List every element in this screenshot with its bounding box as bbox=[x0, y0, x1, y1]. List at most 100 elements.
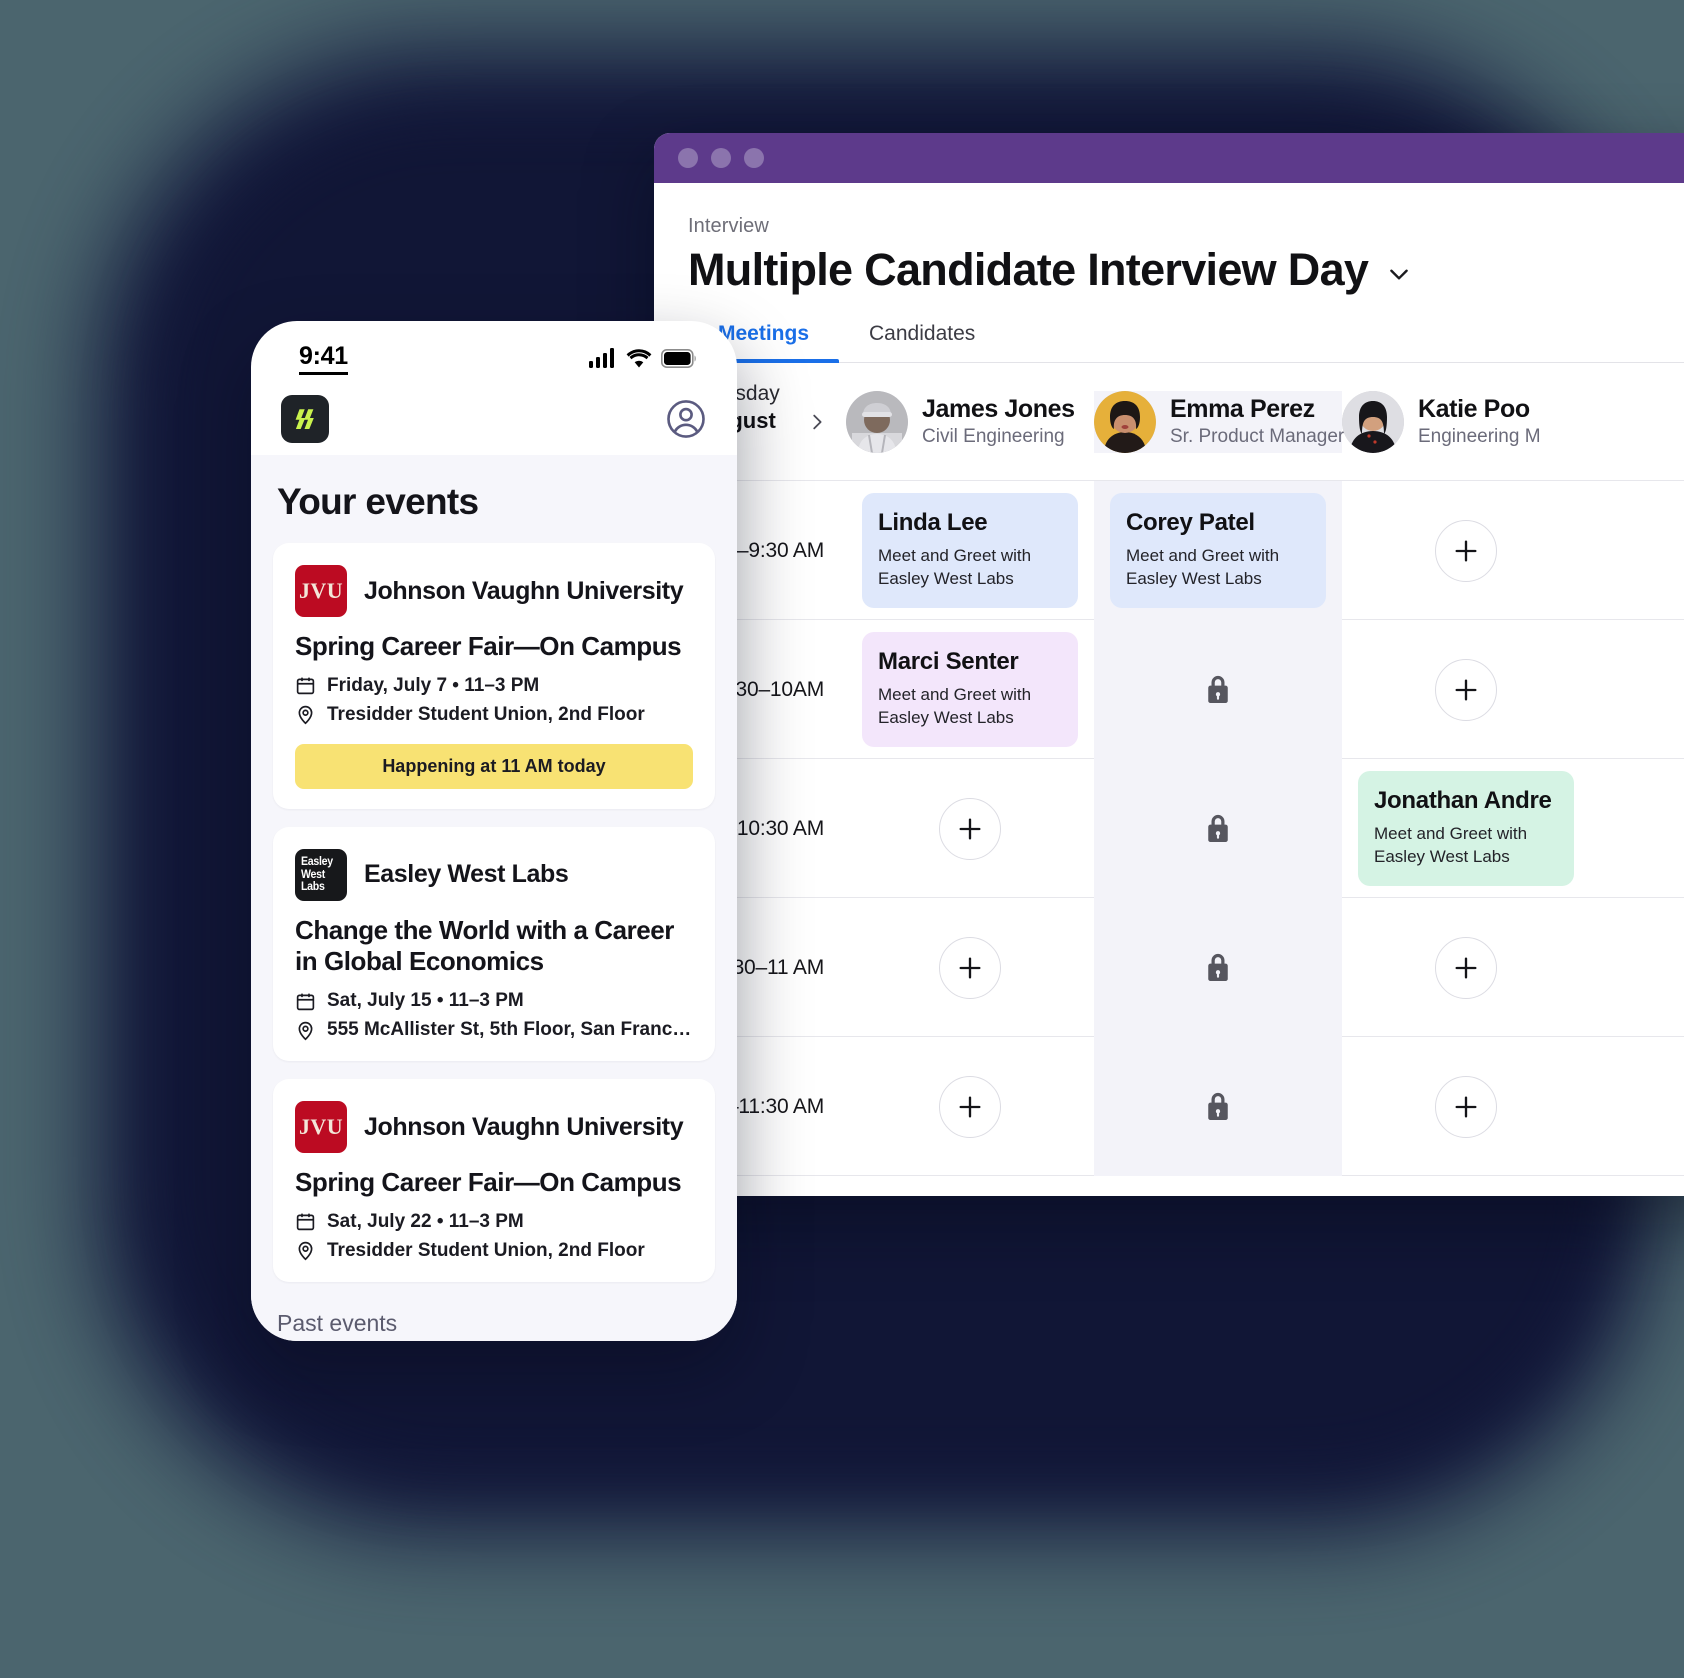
meeting-card[interactable]: Marci Senter Meet and Greet with Easley … bbox=[862, 631, 1078, 748]
account-circle-icon[interactable] bbox=[665, 398, 707, 440]
add-meeting-button[interactable] bbox=[1435, 519, 1497, 582]
slot-cell[interactable] bbox=[846, 1037, 1094, 1176]
org-logo-text: JVU bbox=[299, 1114, 343, 1140]
event-org-name: Johnson Vaughn University bbox=[364, 576, 684, 605]
event-date-row: Sat, July 15 • 11–3 PM bbox=[295, 990, 693, 1012]
meeting-subtitle: Meet and Greet with Easley West Labs bbox=[1374, 823, 1528, 866]
add-meeting-button[interactable] bbox=[1435, 658, 1497, 721]
meeting-subtitle: Meet and Greet with Easley West Labs bbox=[878, 684, 1032, 727]
status-time: 9:41 bbox=[299, 342, 348, 375]
location-pin-icon bbox=[298, 1242, 313, 1261]
avatar bbox=[1094, 390, 1156, 453]
slot-cell[interactable] bbox=[1342, 898, 1590, 1037]
location-pin-icon bbox=[298, 1021, 313, 1041]
add-meeting-button[interactable] bbox=[1435, 1075, 1497, 1138]
lock-icon bbox=[1208, 1092, 1228, 1120]
meeting-candidate-name: Linda Lee bbox=[878, 508, 988, 536]
event-org-row: JVU Johnson Vaughn University bbox=[295, 1101, 693, 1154]
slot-cell[interactable]: Marci Senter Meet and Greet with Easley … bbox=[846, 620, 1094, 759]
event-location-row: Tresidder Student Union, 2nd Floor bbox=[295, 1240, 693, 1262]
calendar-icon bbox=[296, 993, 315, 1010]
event-location-row: 555 McAllister St, 5th Floor, San Franci… bbox=[295, 1019, 693, 1041]
battery-icon bbox=[661, 348, 696, 368]
event-card[interactable]: Easley West Labs Easley West Labs Change t… bbox=[273, 826, 715, 1062]
slot-cell-locked bbox=[1094, 759, 1342, 898]
interviewer-role: Civil Engineering bbox=[922, 426, 1065, 447]
interviewer-column-1[interactable]: Emma Perez Sr. Product Manager bbox=[1094, 390, 1344, 453]
interviewer-column-0[interactable]: James Jones Civil Engineering bbox=[846, 390, 1094, 453]
meeting-subtitle: Meet and Greet with Easley West Labs bbox=[1126, 545, 1280, 588]
slot-cell[interactable] bbox=[1342, 1037, 1590, 1176]
plus-icon bbox=[1455, 957, 1477, 978]
slot-cell[interactable] bbox=[846, 759, 1094, 898]
lock-icon bbox=[1208, 953, 1228, 981]
event-title: Spring Career Fair—On Campus bbox=[295, 1167, 682, 1198]
event-date: Friday, July 7 • 11–3 PM bbox=[327, 674, 540, 696]
slot-cell-locked bbox=[1094, 1037, 1342, 1176]
interviewer-name: Katie Poo bbox=[1418, 395, 1530, 423]
jvu-logo-icon: JVU bbox=[295, 1101, 347, 1154]
meeting-card[interactable]: Linda Lee Meet and Greet with Easley Wes… bbox=[862, 492, 1078, 609]
event-org-row: JVU Johnson Vaughn University bbox=[295, 565, 693, 617]
window-close-button[interactable] bbox=[678, 148, 698, 168]
event-org-name: Johnson Vaughn University bbox=[364, 1112, 684, 1141]
past-events-link[interactable]: Past events bbox=[273, 1300, 715, 1337]
chevron-right-icon[interactable] bbox=[806, 411, 828, 433]
phone-status-bar: 9:41 bbox=[251, 321, 737, 383]
slot-cell[interactable]: Corey Patel Meet and Greet with Easley W… bbox=[1094, 481, 1342, 620]
slot-cell[interactable]: Linda Lee Meet and Greet with Easley Wes… bbox=[846, 481, 1094, 620]
handshake-logo-icon[interactable] bbox=[281, 395, 329, 443]
schedule-row: 9–9:30 AM Linda Lee Meet and Greet with … bbox=[654, 481, 1684, 620]
page-title: Multiple Candidate Interview Day bbox=[688, 244, 1369, 295]
event-card[interactable]: JVU Johnson Vaughn University Spring Car… bbox=[273, 543, 715, 809]
event-date-row: Friday, July 7 • 11–3 PM bbox=[295, 675, 693, 697]
status-badge: Happening at 11 AM today bbox=[295, 743, 693, 789]
slot-cell[interactable] bbox=[1342, 481, 1590, 620]
tabs: Meetings Candidates bbox=[654, 322, 1684, 363]
meeting-subtitle: Meet and Greet with Easley West Labs bbox=[878, 545, 1032, 588]
slot-cell[interactable]: Jonathan Andre Meet and Greet with Easle… bbox=[1342, 759, 1590, 898]
event-date: Sat, July 22 • 11–3 PM bbox=[327, 1210, 524, 1232]
avatar bbox=[846, 390, 908, 453]
phone-mockup: 9:41 Your events JVU Johnson Vaughn Univ… bbox=[251, 321, 737, 1341]
meeting-candidate-name: Marci Senter bbox=[878, 647, 1019, 675]
add-meeting-button[interactable] bbox=[1435, 936, 1497, 999]
browser-content: Interview Multiple Candidate Interview D… bbox=[654, 183, 1684, 1196]
window-minimize-button[interactable] bbox=[711, 148, 731, 168]
schedule-row: 10–10:30 AM Jonathan Andre Meet and Gree… bbox=[654, 759, 1684, 898]
schedule-row: 9:30–10AM Marci Senter Meet and Greet wi… bbox=[654, 620, 1684, 759]
event-location: 555 McAllister St, 5th Floor, San Franci… bbox=[327, 1019, 693, 1041]
page-title: Your events bbox=[277, 481, 479, 522]
chevron-down-icon[interactable] bbox=[1386, 261, 1412, 287]
add-meeting-button[interactable] bbox=[939, 936, 1001, 999]
event-card[interactable]: JVU Johnson Vaughn University Spring Car… bbox=[273, 1079, 715, 1282]
slot-cell[interactable] bbox=[846, 898, 1094, 1037]
interviewer-column-2[interactable]: Katie Poo Engineering M bbox=[1342, 390, 1590, 453]
schedule-grid: Tuesday August 15 bbox=[654, 363, 1684, 1176]
browser-window: Interview Multiple Candidate Interview D… bbox=[654, 133, 1684, 1196]
lock-icon bbox=[1208, 814, 1228, 842]
plus-icon bbox=[1455, 679, 1477, 700]
event-location: Tresidder Student Union, 2nd Floor bbox=[327, 703, 645, 725]
slot-cell[interactable] bbox=[1342, 620, 1590, 759]
jvu-logo-icon: JVU bbox=[295, 565, 347, 617]
org-logo-text: JVU bbox=[299, 578, 343, 603]
meeting-candidate-name: Jonathan Andre bbox=[1374, 786, 1552, 814]
tab-candidates[interactable]: Candidates bbox=[839, 322, 1005, 362]
slot-cell-locked bbox=[1094, 898, 1342, 1037]
event-title: Spring Career Fair—On Campus bbox=[295, 631, 682, 661]
title-row: Multiple Candidate Interview Day bbox=[688, 244, 1684, 296]
meeting-card[interactable]: Corey Patel Meet and Greet with Easley W… bbox=[1110, 492, 1326, 609]
calendar-icon bbox=[296, 1214, 315, 1231]
add-meeting-button[interactable] bbox=[939, 797, 1001, 860]
add-meeting-button[interactable] bbox=[939, 1075, 1001, 1138]
signal-icon bbox=[589, 348, 614, 368]
meeting-card[interactable]: Jonathan Andre Meet and Greet with Easle… bbox=[1358, 770, 1574, 887]
window-maximize-button[interactable] bbox=[744, 148, 764, 168]
breadcrumb: Interview bbox=[688, 215, 769, 237]
phone-navbar bbox=[251, 383, 737, 455]
wifi-icon bbox=[626, 349, 652, 368]
plus-icon bbox=[959, 957, 981, 978]
interviewer-name: Emma Perez bbox=[1170, 395, 1315, 423]
event-location-row: Tresidder Student Union, 2nd Floor bbox=[295, 704, 693, 726]
